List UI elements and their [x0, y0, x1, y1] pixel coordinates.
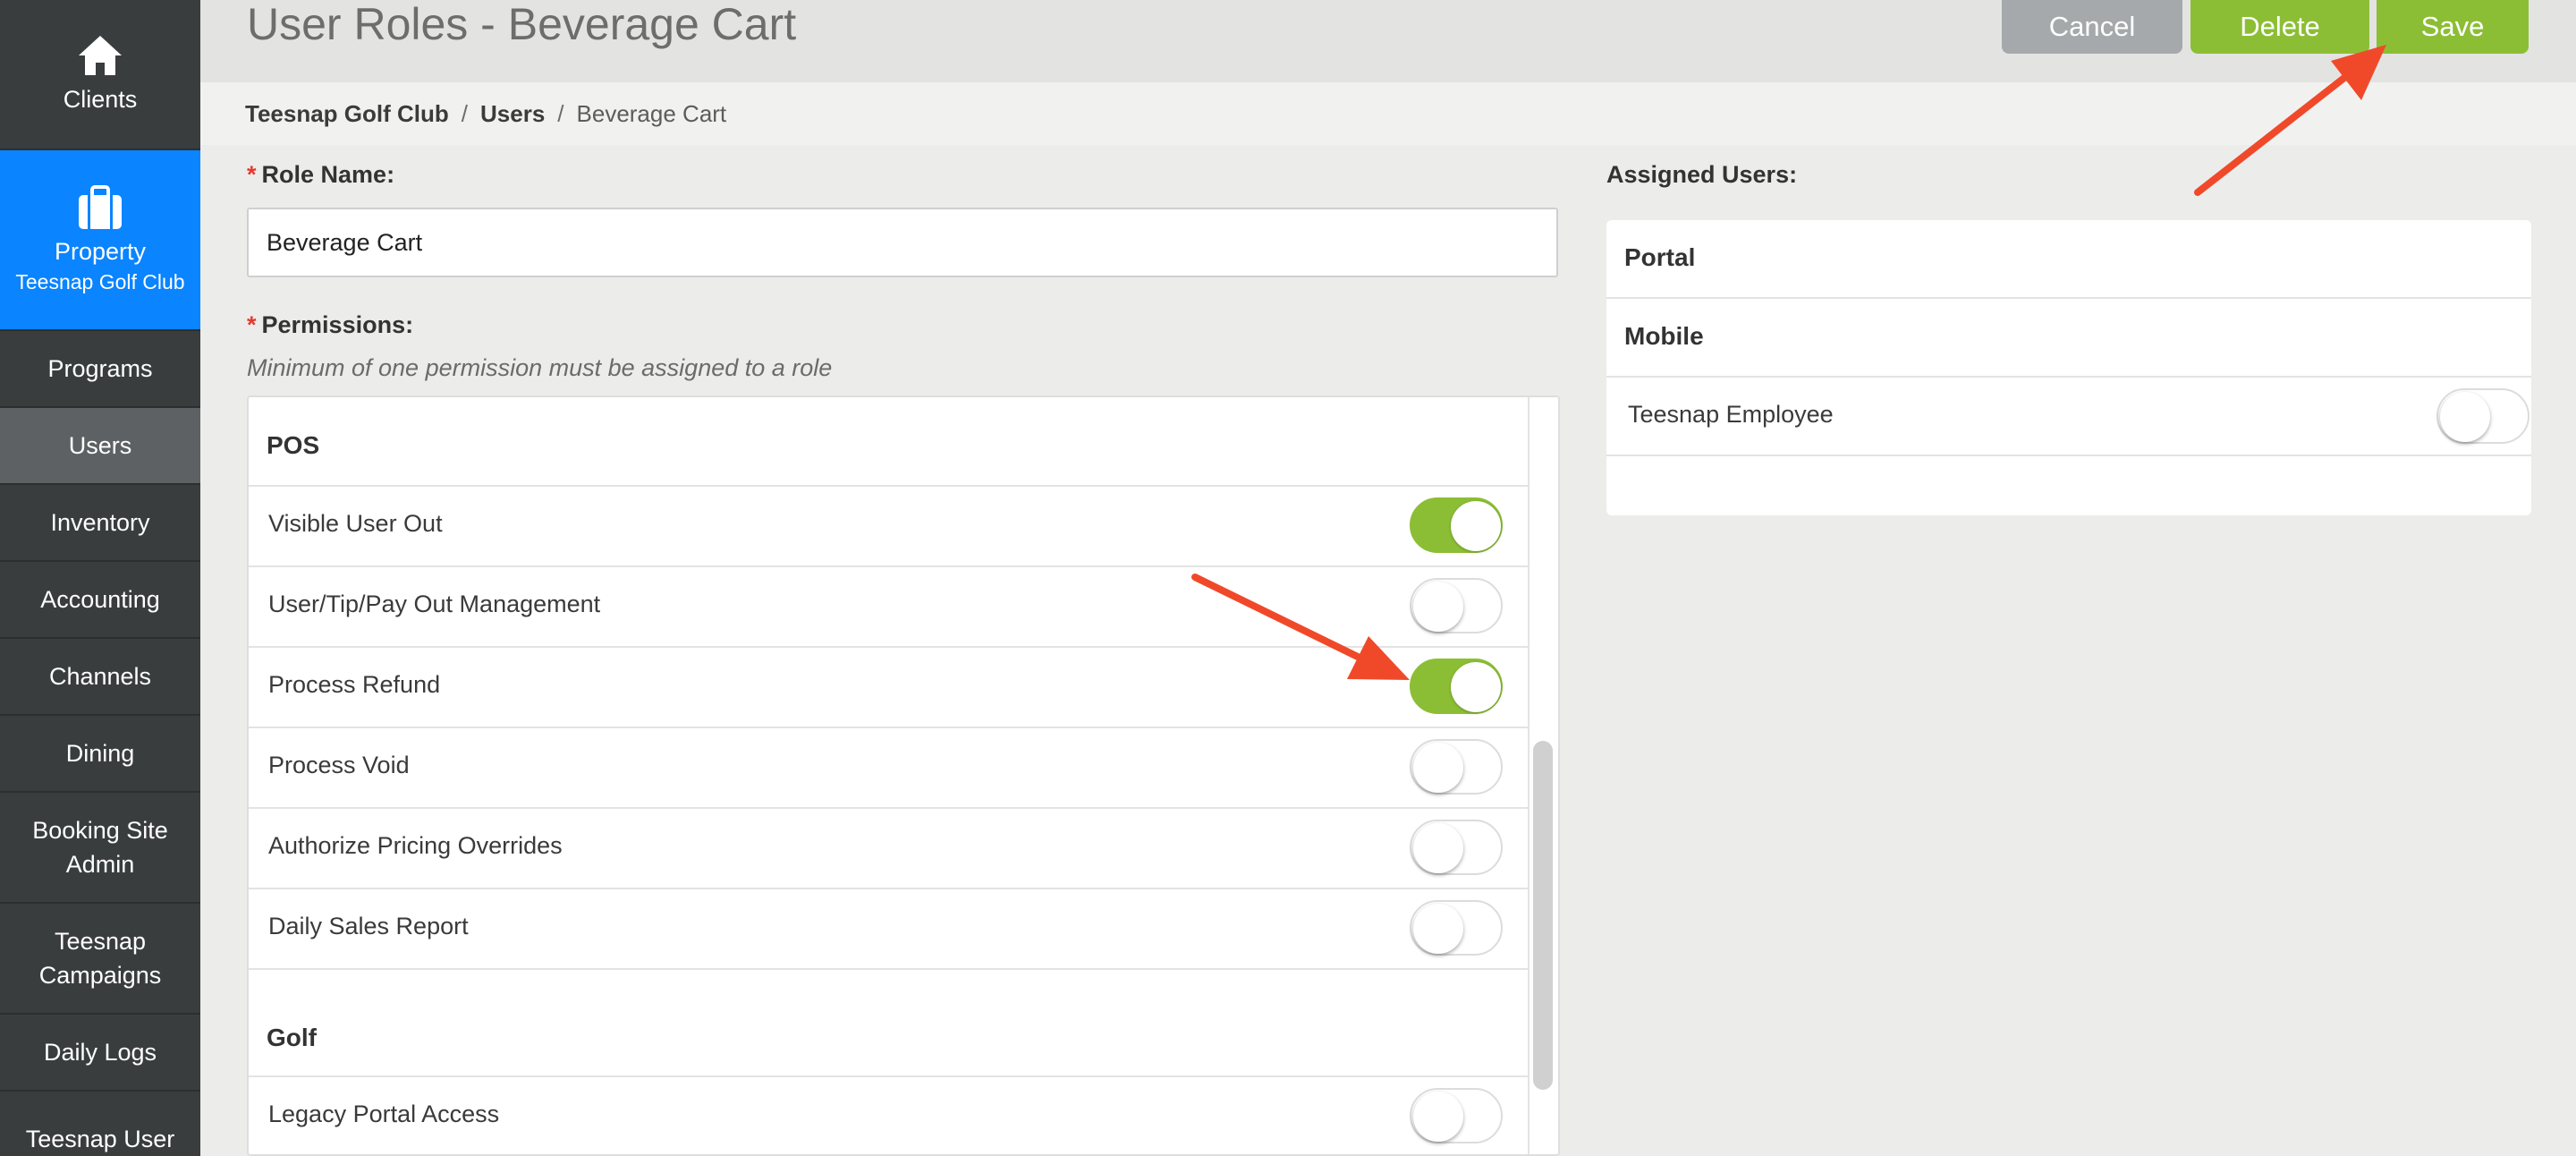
sidebar-item-label: Users: [68, 432, 132, 459]
sidebar-item-label: Clients: [63, 86, 138, 113]
permission-row: User/Tip/Pay Out Management: [249, 567, 1528, 648]
sidebar-item-label-line2: Admin: [65, 851, 135, 878]
sidebar-item-users[interactable]: Users: [0, 408, 200, 485]
sidebar-item-daily-logs[interactable]: Daily Logs: [0, 1015, 200, 1092]
sidebar-item-label: Property: [54, 238, 147, 265]
sidebar-item-label: Inventory: [50, 509, 150, 536]
permissions-panel: POS Visible User Out User/Tip/Pay Out Ma…: [247, 395, 1560, 1156]
toggle-knob: [1451, 662, 1501, 712]
permission-toggle[interactable]: [1410, 900, 1503, 956]
permission-label: Process Refund: [268, 671, 441, 698]
permissions-label-text: Permissions:: [261, 311, 414, 338]
permissions-hint: Minimum of one permission must be assign…: [247, 354, 833, 381]
sidebar-item-channels[interactable]: Channels: [0, 639, 200, 716]
sidebar-item-label: Daily Logs: [43, 1039, 157, 1066]
permission-label: Visible User Out: [268, 510, 443, 537]
toggle-knob: [1413, 1092, 1463, 1142]
page-title: User Roles - Beverage Cart: [247, 0, 797, 49]
home-icon: [79, 36, 122, 75]
sidebar-item-teesnap-campaigns[interactable]: Teesnap Campaigns: [0, 904, 200, 1015]
group-row-portal: Portal: [1606, 220, 2531, 299]
required-mark: *: [247, 311, 257, 338]
required-mark: *: [247, 161, 257, 188]
breadcrumb-separator: /: [557, 100, 564, 127]
permission-label: Process Void: [268, 752, 410, 778]
scrollbar-thumb[interactable]: [1533, 741, 1553, 1090]
sidebar-item-label: Teesnap: [54, 928, 147, 955]
role-name-label: * Role Name:: [247, 161, 394, 189]
page-header: User Roles - Beverage Cart Cancel Delete…: [200, 0, 2576, 82]
permission-row: Daily Sales Report: [249, 889, 1528, 970]
assigned-users-label: Assigned Users:: [1606, 161, 1798, 188]
sidebar-item-booking-site-admin[interactable]: Booking Site Admin: [0, 793, 200, 904]
sidebar-item-clients[interactable]: Clients: [0, 0, 200, 150]
briefcase-icon: [79, 185, 122, 229]
sidebar-item-sublabel: Teesnap Golf Club: [15, 270, 185, 293]
breadcrumb-link-property[interactable]: Teesnap Golf Club: [245, 98, 449, 129]
permission-row: Visible User Out: [249, 487, 1528, 567]
group-label: Mobile: [1624, 322, 1704, 350]
breadcrumb-current: Beverage Cart: [576, 100, 727, 127]
section-title-golf: Golf: [267, 1024, 317, 1051]
sidebar-item-dining[interactable]: Dining: [0, 716, 200, 793]
user-assign-toggle[interactable]: [2436, 388, 2529, 444]
sidebar-item-label: Booking Site: [32, 817, 168, 844]
toggle-knob: [1451, 501, 1501, 551]
permission-label: Authorize Pricing Overrides: [268, 832, 563, 859]
toggle-knob: [1413, 904, 1463, 954]
permissions-label: * Permissions:: [247, 311, 413, 339]
delete-button[interactable]: Delete: [2190, 0, 2369, 54]
sidebar-item-inventory[interactable]: Inventory: [0, 485, 200, 562]
sidebar-item-label: Dining: [65, 740, 135, 767]
sidebar-item-teesnap-user[interactable]: Teesnap User: [0, 1092, 200, 1156]
sidebar-item-programs[interactable]: Programs: [0, 331, 200, 408]
permission-row: Legacy Portal Access: [249, 1077, 1528, 1154]
permission-toggle[interactable]: [1410, 820, 1503, 875]
assigned-users-panel: Portal Mobile Teesnap Employee: [1606, 220, 2531, 515]
group-row-mobile: Mobile: [1606, 299, 2531, 378]
sidebar-item-accounting[interactable]: Accounting: [0, 562, 200, 639]
toggle-knob: [1413, 743, 1463, 793]
toggle-knob: [1413, 582, 1463, 632]
main-content: User Roles - Beverage Cart Cancel Delete…: [200, 0, 2576, 1156]
group-label: Portal: [1624, 243, 1696, 271]
cancel-button[interactable]: Cancel: [2002, 0, 2182, 54]
breadcrumb-separator: /: [461, 100, 468, 127]
permission-toggle[interactable]: [1410, 578, 1503, 633]
permission-label: Legacy Portal Access: [268, 1101, 500, 1127]
user-row: Teesnap Employee: [1606, 378, 2531, 456]
role-name-input[interactable]: [247, 208, 1558, 277]
section-title-pos: POS: [267, 431, 320, 459]
permission-label: Daily Sales Report: [268, 913, 469, 939]
permission-row: Process Refund: [249, 648, 1528, 728]
permission-row: Authorize Pricing Overrides: [249, 809, 1528, 889]
permission-toggle[interactable]: [1410, 659, 1503, 714]
sidebar-item-label: Accounting: [40, 586, 160, 613]
user-name: Teesnap Employee: [1628, 401, 1834, 428]
role-name-label-text: Role Name:: [261, 161, 395, 188]
save-button[interactable]: Save: [2377, 0, 2529, 54]
permission-toggle[interactable]: [1410, 497, 1503, 553]
breadcrumb-link-users[interactable]: Users: [480, 98, 545, 129]
permission-label: User/Tip/Pay Out Management: [268, 591, 601, 617]
sidebar-item-property[interactable]: Property Teesnap Golf Club: [0, 150, 200, 331]
permission-toggle[interactable]: [1410, 1088, 1503, 1143]
breadcrumb: Teesnap Golf Club / Users / Beverage Car…: [245, 98, 726, 129]
sidebar: Clients Property Teesnap Golf Club Progr…: [0, 0, 200, 1156]
sidebar-item-label: Channels: [48, 663, 152, 690]
toggle-knob: [1413, 823, 1463, 873]
sidebar-item-label: Teesnap User: [25, 1126, 175, 1152]
permission-row: Process Void: [249, 728, 1528, 809]
sidebar-item-label: Programs: [47, 355, 153, 382]
permission-toggle[interactable]: [1410, 739, 1503, 795]
toggle-knob: [2440, 392, 2490, 442]
sidebar-item-label-line2: Campaigns: [38, 962, 162, 989]
